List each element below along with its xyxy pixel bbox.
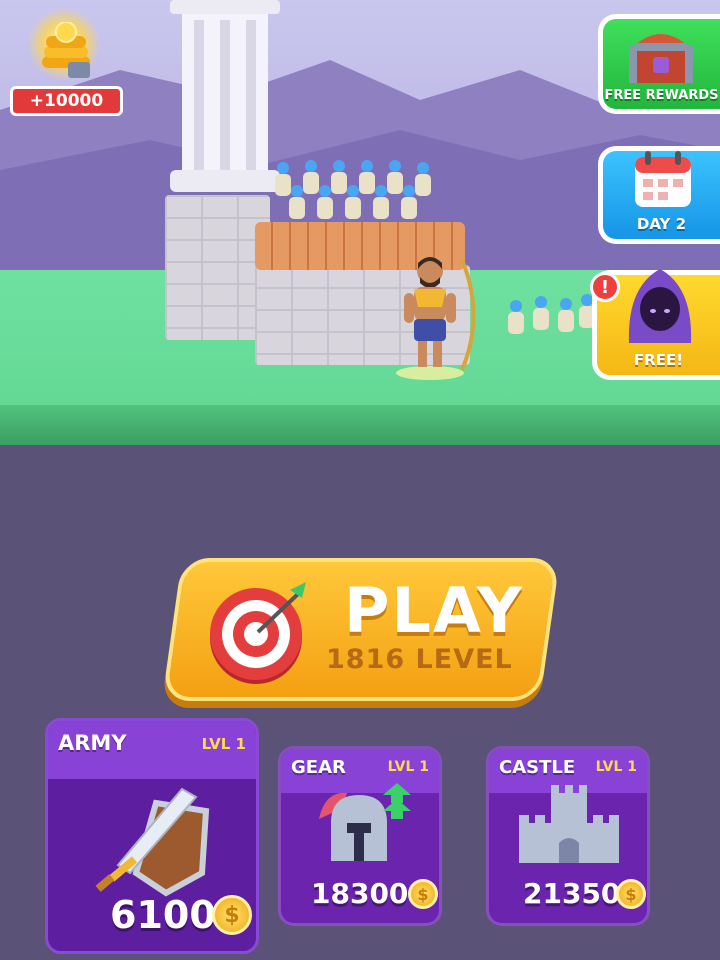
daily-reward-button[interactable]: DAY 2 [598, 146, 720, 244]
target-dart-icon [210, 582, 306, 684]
play-label: PLAY [344, 574, 524, 647]
calendar-icon [635, 151, 691, 207]
archer-soldier [286, 185, 308, 229]
free-rewards-label: FREE REWARDS [604, 88, 719, 103]
archer-soldier [314, 185, 336, 229]
spear-soldier [505, 300, 527, 344]
card-level: LVL 1 [595, 759, 637, 775]
card-level: LVL 1 [387, 759, 429, 775]
treasure-chest-icon [629, 34, 693, 83]
grass-edge [0, 405, 720, 445]
helmet-upgrade-icon [319, 783, 411, 861]
card-title: ARMY [58, 731, 127, 755]
castle-upgrade-card[interactable]: CASTLE LVL 1 21350 $ [486, 746, 650, 926]
spear-soldier [555, 298, 577, 342]
coin-stack-icon [42, 22, 90, 78]
free-hero-label: FREE! [633, 351, 684, 369]
archer-soldier [370, 185, 392, 229]
card-price: 21350 [523, 877, 621, 910]
level-label: 1816 LEVEL [326, 644, 513, 675]
coin-bonus-label: +10000 [10, 86, 123, 116]
card-level: LVL 1 [201, 735, 246, 753]
play-button[interactable]: PLAY 1816 LEVEL [161, 558, 561, 701]
archer-soldier [398, 185, 420, 229]
free-rewards-button[interactable]: FREE REWARDS [598, 14, 720, 114]
card-price: 6100 [110, 893, 216, 937]
gear-upgrade-card[interactable]: GEAR LVL 1 18300 $ [278, 746, 442, 926]
spear-soldier [530, 296, 552, 340]
castle-icon [519, 785, 619, 863]
gold-coin-icon: $ [408, 879, 438, 909]
hero-archer [396, 257, 476, 380]
card-price: 18300 [311, 877, 409, 910]
sword-shield-icon [95, 787, 210, 897]
card-title: CASTLE [499, 757, 576, 778]
daily-reward-label: DAY 2 [636, 215, 687, 233]
marble-column [170, 0, 280, 192]
gold-coin-icon: $ [616, 879, 646, 909]
card-title: GEAR [291, 757, 346, 778]
archer-soldier [342, 185, 364, 229]
coin-bonus-button[interactable]: +10000 [10, 8, 125, 118]
gold-coin-icon: $ [212, 895, 252, 935]
hooded-wizard-icon [628, 269, 692, 343]
army-upgrade-card[interactable]: ARMY LVL 1 6100 $ [45, 718, 259, 954]
notification-alert-icon: ! [590, 272, 620, 302]
